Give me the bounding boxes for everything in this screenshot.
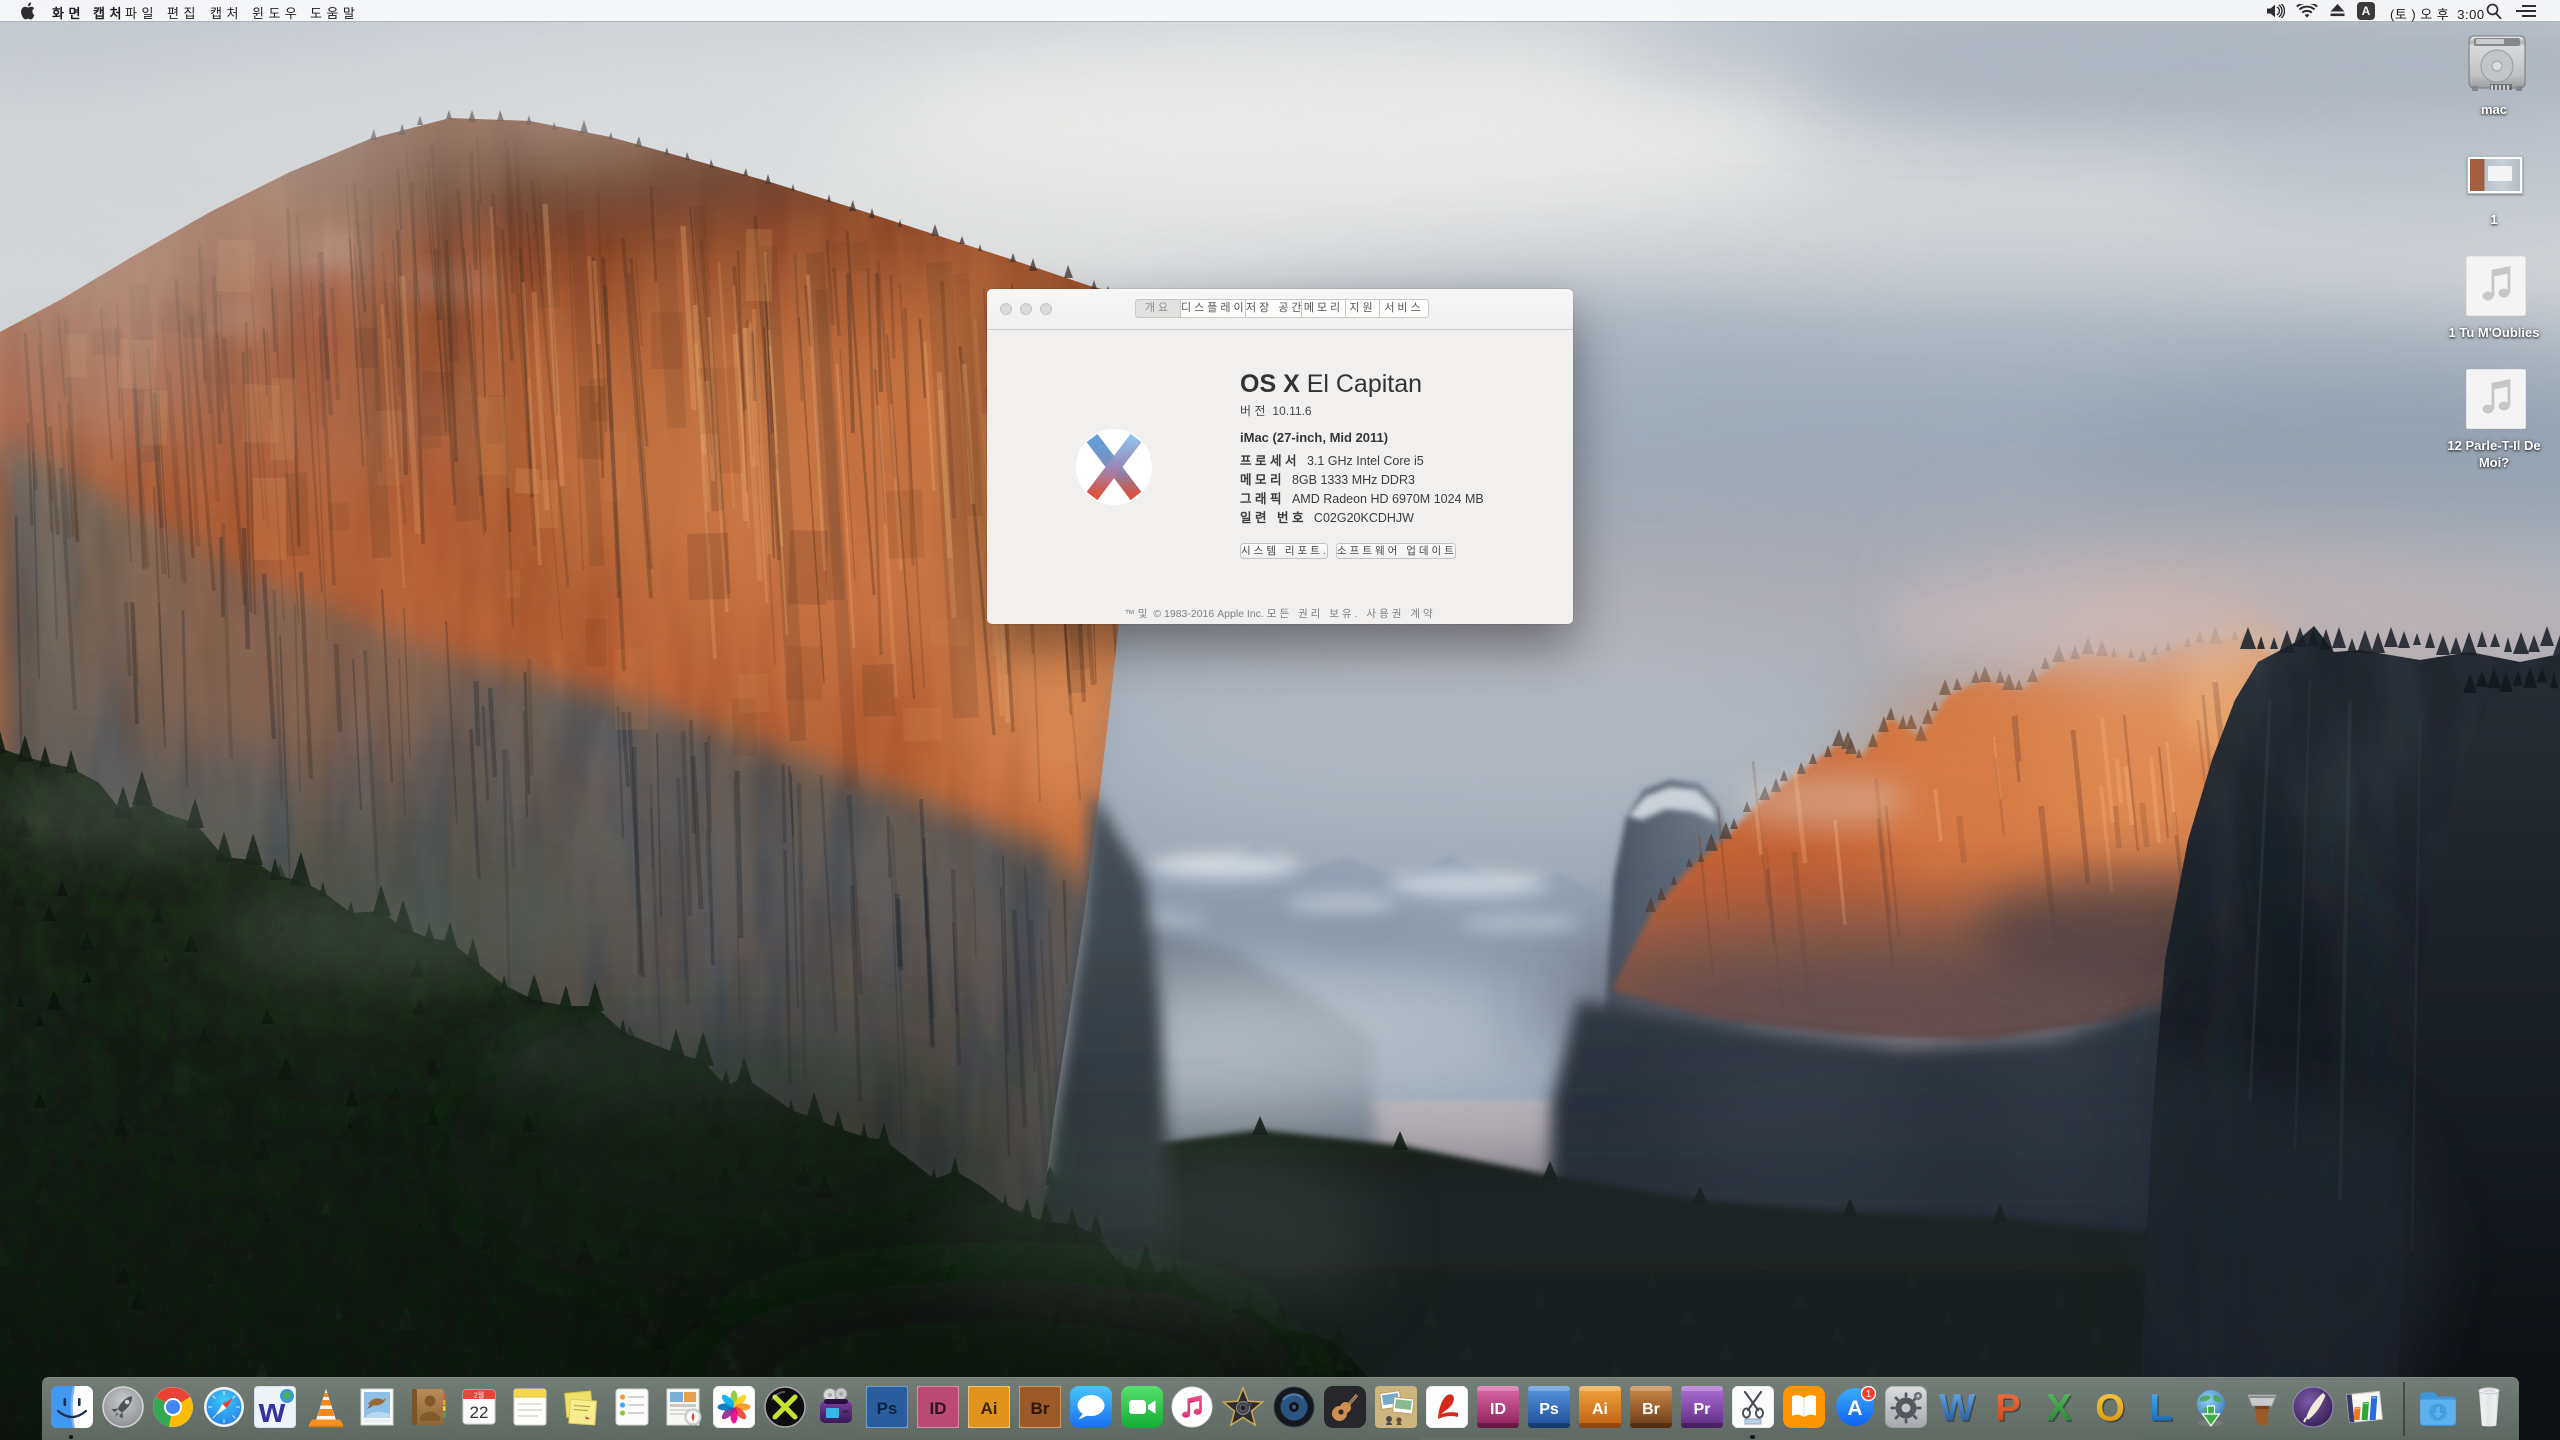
svg-text:Ai: Ai (980, 1399, 997, 1418)
svg-text:A: A (1847, 1397, 1862, 1420)
svg-text:X: X (2046, 1388, 2072, 1429)
svg-text:Pr: Pr (1693, 1401, 1710, 1418)
svg-text:Ai: Ai (1592, 1401, 1608, 1418)
svg-text:ID: ID (929, 1399, 946, 1418)
svg-text:2월: 2월 (474, 1391, 484, 1400)
svg-text:O: O (2095, 1388, 2125, 1429)
svg-text:L: L (2149, 1388, 2172, 1429)
svg-text:W: W (1939, 1388, 1975, 1429)
svg-text:Br: Br (1642, 1401, 1660, 1418)
svg-text:22: 22 (470, 1403, 489, 1422)
svg-text:Ps: Ps (1539, 1401, 1559, 1418)
svg-text:ID: ID (1490, 1401, 1506, 1418)
svg-text:Br: Br (1030, 1399, 1049, 1418)
svg-text:1: 1 (1866, 1389, 1872, 1400)
svg-text:P: P (1995, 1388, 2020, 1429)
svg-text:Ps: Ps (876, 1399, 897, 1418)
